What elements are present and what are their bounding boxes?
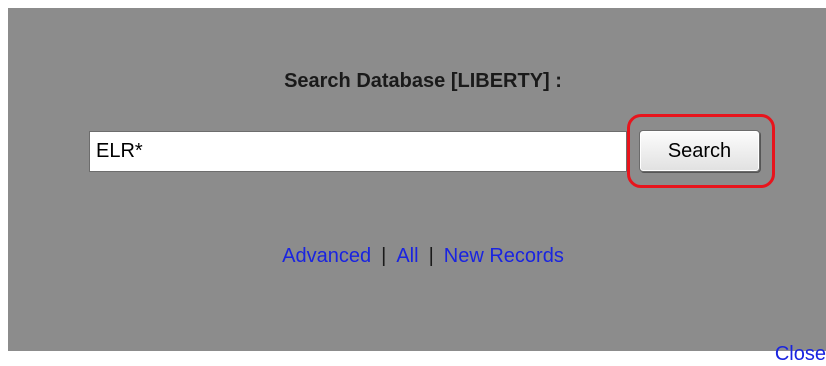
new-records-link[interactable]: New Records [444,245,564,267]
search-links: Advanced | All | New Records [0,245,826,268]
search-button[interactable]: Search [639,130,760,172]
search-dialog [8,8,826,351]
close-link[interactable]: Close [775,343,826,366]
link-separator: | [381,245,387,267]
advanced-link[interactable]: Advanced [282,245,371,267]
search-input[interactable] [89,131,627,172]
link-separator: | [428,245,434,267]
all-link[interactable]: All [396,245,418,267]
dialog-title: Search Database [LIBERTY] : [284,70,562,92]
